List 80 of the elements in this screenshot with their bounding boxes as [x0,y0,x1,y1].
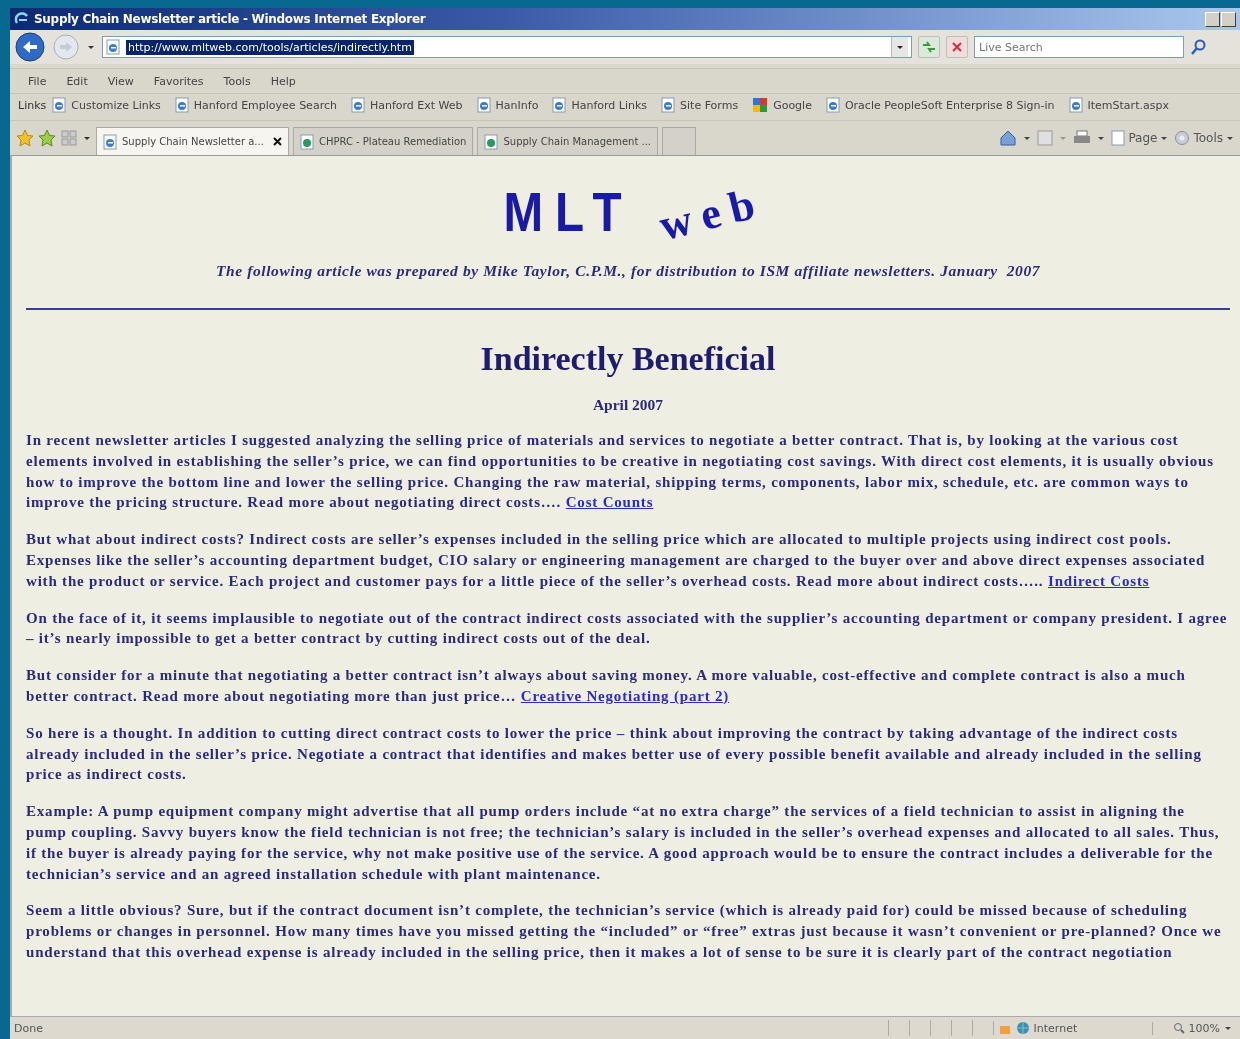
tab-label: Supply Chain Management ... [503,136,652,147]
link-item[interactable]: HanInfo [476,97,539,113]
globe-page-icon [484,133,499,150]
article-link[interactable]: Creative Negotiating (part 2) [520,687,730,704]
paragraph: On the face of it, it seems implausible to negotiate out of the contract indirect costs associated with the supplier’s accounting department or company president. I agree – it’s nearly impossible to get a better contract by cutting indirect costs out of the deal. [26,608,1229,649]
paragraph: But what about indirect costs? Indirect costs are seller’s expenses included in the selling price which are allocated to multiple projects using indirect cost pools. Expenses like the seller’s accounting department budget, CIO salary or engineering management are charged to the buyer over and above direct expenses associated with the product or service. Each project and customer pays for a little piece of the seller’s overhead costs. Read more about indirect costs….. Indirect Costs [26,530,1207,591]
page-icon [552,97,567,113]
link-item[interactable]: Hanford Links [552,97,648,113]
link-item[interactable]: Site Forms [661,97,739,113]
article-title: Indirectly Beneficial [479,340,777,378]
star-icon[interactable] [16,129,34,147]
page-icon [106,39,120,55]
browser-tab[interactable]: CHPRC - Plateau Remediation [292,127,474,155]
command-button[interactable]: Page [1111,130,1169,146]
link-item[interactable]: Customize Links [52,97,161,113]
security-zone: Internet [1033,1021,1078,1035]
menu-item[interactable]: Edit [66,74,88,88]
paragraph: In recent newsletter articles I suggested analyzing the selling price of materials and services to negotiate a better contract. That is, by looking at the various cost elements involved in establishing the seller’s price, we can find opportunities to be creative in negotiating cost savings. With direct cost elements, it is usually obvious how to improve the bottom line and lower the selling price. Changing the raw material, shipping terms, components, labor mix, schedule, etc. are common ways to improve the pricing structure. Read more about negotiating direct costs…. Cost Counts [26,431,1215,513]
browser-tab[interactable]: Supply Chain Management ... [477,127,659,155]
globe-page-icon [299,133,314,150]
page-icon [1111,130,1126,146]
add-star-icon[interactable] [38,129,56,147]
caret-icon [1160,134,1169,142]
browser-tab[interactable]: Supply Chain Newsletter a... [96,127,289,155]
page-icon [661,97,676,113]
search-field[interactable]: Live Search [974,36,1184,58]
article-date: April 2007 [591,396,665,414]
caret-icon [1226,134,1234,142]
caret-icon[interactable] [1097,134,1106,142]
refresh-icon [922,41,936,53]
refresh-button[interactable] [918,36,940,58]
colored-blocks-icon [752,97,769,113]
zoom-button[interactable]: 100% [1151,1021,1236,1035]
paragraph: So here is a thought. In addition to cutting direct contract costs to lower the price – think about improving the contract by taking advantage of the indirect costs already included in the seller’s price. Negotiate a contract that identifies and makes better use of every possible benefit available and already included in the selling price as indirect costs. [26,723,1203,785]
tab-label: CHPRC - Plateau Remediation [318,136,467,147]
page-icon [1068,97,1083,113]
close-icon[interactable] [272,137,282,146]
caret-icon [1224,1024,1232,1032]
logo-text: MLT [503,184,634,240]
close-icon [951,41,963,53]
paragraph: Example: A pump equipment company might advertise that all pump orders include “at no extra charge” the services of a field technician to assist in aligning the pump coupling. Savvy buyers know the field technician is not free; the technician’s salary is included in the seller’s overhead expenses and allocated to all sales. Thus, if the buyer is already paying for the service, why not make positive use of the service. A good approach would be to ensure the contract includes a deliverable for the technician’s service and an agreed installation schedule with plant maintenance. [26,802,1221,884]
status-text: Done [14,1021,43,1035]
page-icon [174,97,189,113]
menu-item[interactable]: Tools [223,74,251,88]
minimize-button[interactable] [1205,11,1220,27]
page-icon [825,97,840,113]
menu-item[interactable]: File [28,74,47,88]
page-icon [476,97,491,113]
page-icon [350,97,365,113]
link-item[interactable]: Oracle PeopleSoft Enterprise 8 Sign-in [825,97,1055,113]
link-item[interactable]: Hanford Employee Search [174,97,337,113]
article-link[interactable]: Cost Counts [565,494,654,511]
window-title: Supply Chain Newsletter article - Windows Internet Explorer [34,12,426,26]
link-item[interactable]: Google [752,97,812,113]
printer-icon[interactable] [1073,130,1092,146]
globe-icon [1015,1021,1030,1035]
tab-label: Supply Chain Newsletter a... [122,136,264,147]
logo-text: web [654,179,769,249]
menu-item[interactable]: Favorites [153,74,204,88]
maximize-button[interactable] [1221,11,1236,27]
page-icon [52,97,67,113]
home-icon[interactable] [999,129,1018,147]
links-label: Links [18,98,47,112]
caret-icon[interactable] [1023,134,1032,142]
back-button[interactable] [14,31,46,63]
address-field[interactable]: http://www.mltweb.com/tools/articles/indirectly.htm [102,36,912,58]
stop-button[interactable] [946,36,968,58]
paragraph: But consider for a minute that negotiating a better contract isn’t always about saving money. A more valuable, cost-effective and complete contract is also a much better contract. Read more about negotiating more than just price… Creative Negotiating (part 2) [26,666,1187,706]
command-button[interactable]: Tools [1174,130,1234,146]
paragraph: Seem a little obvious? Sure, but if the contract document isn’t complete, the technician’s service (which is already paid for) could be missed because of scheduling problems or changes in personnel. How many times have you missed getting the “included” or “free” extras just because it wasn’t convenient or pre-planned? Once we understand that this overhead expense is already included in the selling price, then it makes a lot of sense to be sure it is clearly part of the contract negotiation [26,901,1223,962]
page-icon [103,133,117,150]
link-item[interactable]: Hanford Ext Web [350,97,463,113]
magnifier-icon [1172,1022,1185,1034]
byline: The following article was prepared by Mike Taylor, C.P.M., for distribution to ISM affiliate newsletters. January 2007 [214,262,1042,280]
search-icon[interactable] [1190,38,1208,56]
menu-item[interactable]: View [107,74,134,88]
menu-item[interactable]: Help [270,74,296,88]
zoom-level: 100% [1188,1021,1220,1035]
link-item[interactable]: ItemStart.aspx [1068,97,1169,113]
article-link[interactable]: Indirect Costs [1048,572,1150,589]
